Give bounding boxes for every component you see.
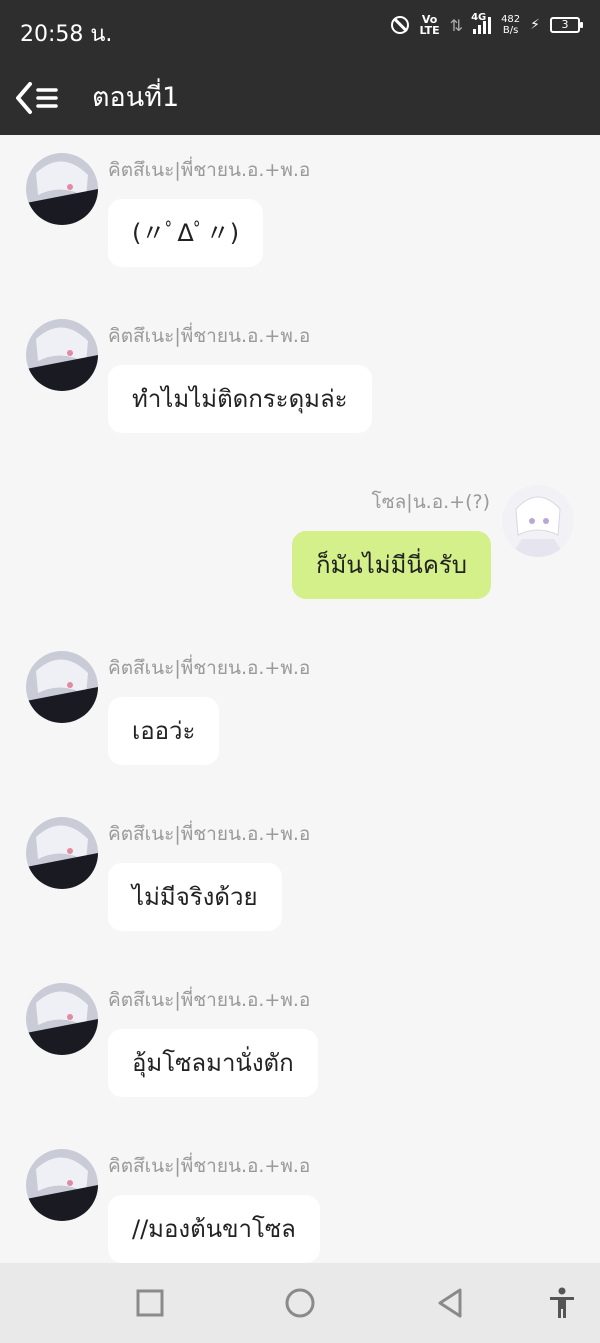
message-bubble[interactable]: เออว่ะ [108,697,220,765]
sender-name: คิตสึเนะ|พี่ชายน.อ.+พ.อ [108,1155,311,1177]
message-bubble[interactable]: อุ้มโซลมานั่งตัก [108,1029,318,1097]
triangle-back-icon [438,1288,462,1318]
sender-name: คิตสึเนะ|พี่ชายน.อ.+พ.อ [108,989,311,1011]
message-bubble[interactable]: ทำไมไม่ติดกระดุมล่ะ [108,365,372,433]
volte-bottom: LTE [419,24,440,37]
avatar[interactable] [26,319,98,391]
back-button[interactable] [14,80,62,116]
accessibility-icon [550,1287,574,1318]
avatar[interactable] [26,983,98,1055]
sender-name: โซล|น.อ.+(?) [371,491,490,513]
avatar[interactable] [26,651,98,723]
charging-icon: ⚡ [530,17,540,33]
network-type: 4G [471,12,487,23]
message-bubble[interactable]: ไม่มีจริงด้วย [108,863,282,931]
avatar-kitsune-image [26,651,98,723]
sender-name: คิตสึเนะ|พี่ชายน.อ.+พ.อ [108,325,311,347]
do-not-disturb-icon [391,16,410,34]
avatar-kitsune-image [26,983,98,1055]
recents-button[interactable] [132,1285,168,1321]
avatar-kitsune-image [26,817,98,889]
avatar[interactable] [26,153,98,225]
data-arrows-icon: ⇅ [449,15,464,35]
page-title: ตอนที่1 [92,82,180,113]
avatar-sol-image [502,485,574,557]
avatar[interactable] [26,817,98,889]
app-bar: ตอนที่1 [0,60,600,135]
status-time: 20:58 น. [20,22,113,47]
system-nav-bar [0,1263,600,1343]
back-menu-icon [16,82,58,114]
signal-icon: 4G [471,12,492,34]
battery-icon: 3 [550,17,583,33]
avatar-kitsune-image [26,153,98,225]
avatar[interactable] [26,1149,98,1221]
square-icon [136,1289,164,1317]
status-icons: Vo LTE ⇅ 4G 482 B/s ⚡ 3 [391,12,583,36]
circle-icon [285,1288,315,1318]
sender-name: คิตสึเนะ|พี่ชายน.อ.+พ.อ [108,823,311,845]
message-bubble[interactable]: //มองต้นขาโซล [108,1195,320,1263]
home-button[interactable] [282,1285,318,1321]
speed-unit: B/s [502,25,519,36]
net-speed: 482 B/s [501,14,520,36]
message-bubble[interactable]: (〃ﾟΔﾟ〃) [108,199,264,267]
speed-value: 482 [501,14,521,25]
avatar-kitsune-image [26,319,98,391]
accessibility-button[interactable] [544,1285,580,1321]
volte-icon: Vo LTE [419,14,439,36]
sender-name: คิตสึเนะ|พี่ชายน.อ.+พ.อ [108,657,311,679]
avatar-kitsune-image [26,1149,98,1221]
back-nav-button[interactable] [432,1285,468,1321]
message-bubble-mine[interactable]: ก็มันไม่มีนี่ครับ [291,531,491,599]
sender-name: คิตสึเนะ|พี่ชายน.อ.+พ.อ [108,159,311,181]
chat-area[interactable]: คิตสึเนะ|พี่ชายน.อ.+พ.อ (〃ﾟΔﾟ〃) คิตสึเนะ… [0,135,600,1263]
status-bar: 20:58 น. Vo LTE ⇅ 4G 482 B/s ⚡ 3 [0,0,600,60]
avatar[interactable] [502,485,574,557]
